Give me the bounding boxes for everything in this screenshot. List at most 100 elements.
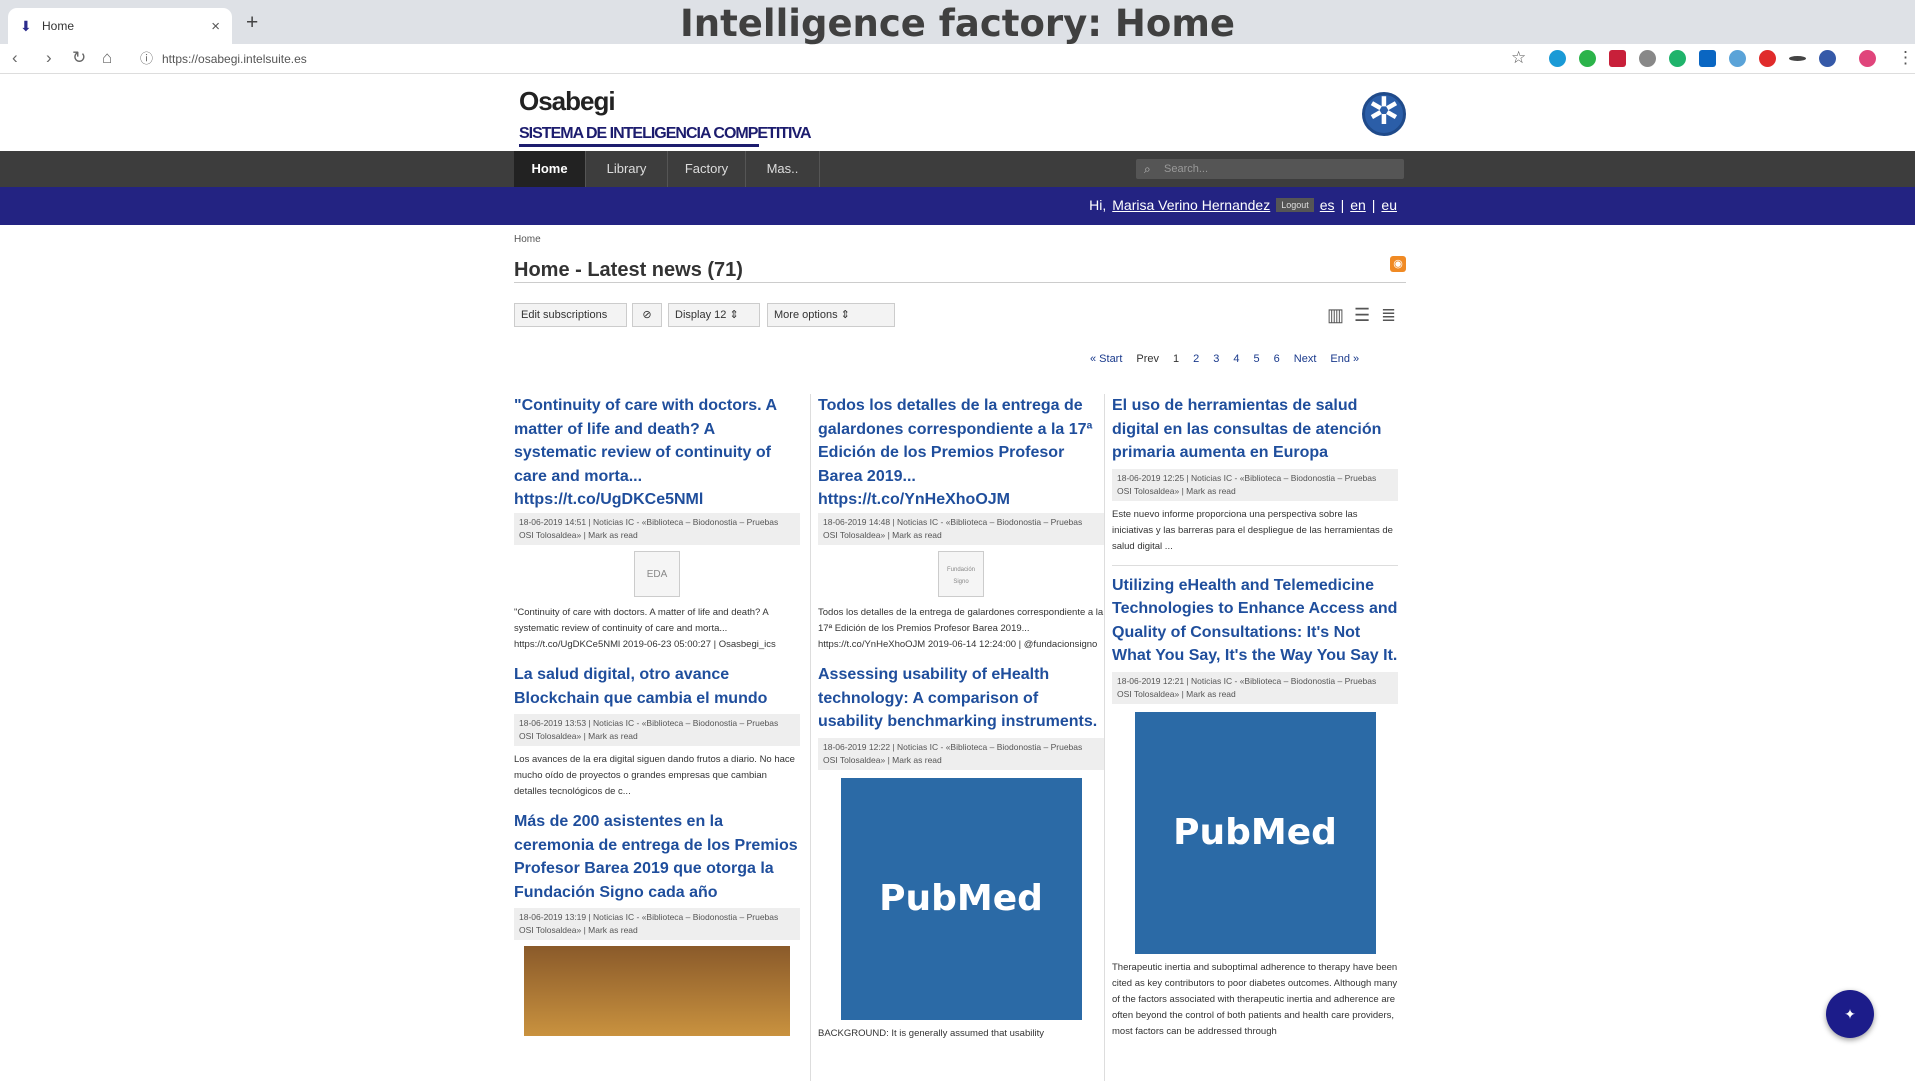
column-divider	[810, 394, 811, 1081]
compact-view-icon[interactable]: ≣	[1381, 305, 1403, 325]
news-meta: 18-06-2019 14:51 | Noticias IC - «Biblio…	[514, 513, 800, 545]
news-title[interactable]: Utilizing eHealth and Telemedicine Techn…	[1112, 574, 1398, 668]
breadcrumb[interactable]: Home	[514, 234, 541, 245]
extension-icon[interactable]	[1789, 56, 1806, 61]
news-meta: 18-06-2019 13:53 | Noticias IC - «Biblio…	[514, 714, 800, 746]
profile-avatar[interactable]	[1859, 50, 1876, 67]
news-title[interactable]: "Continuity of care with doctors. A matt…	[514, 394, 800, 488]
search-placeholder: Search...	[1164, 163, 1209, 175]
news-title[interactable]: La salud digital, otro avance Blockchain…	[514, 663, 800, 710]
page-prev[interactable]: Prev	[1136, 353, 1159, 365]
news-link[interactable]: https://t.co/YnHeXhoOJM	[818, 491, 1104, 509]
scroll-top-button[interactable]: ✦	[1826, 990, 1874, 1038]
greeting: Hi,	[1089, 197, 1107, 213]
page-4[interactable]: 4	[1233, 353, 1239, 365]
new-tab-icon[interactable]: +	[246, 11, 258, 35]
news-title[interactable]: Assessing usability of eHealth technolog…	[818, 663, 1104, 734]
site-favicon-icon: ⬇	[20, 18, 32, 34]
hide-read-icon[interactable]: ⊘	[632, 303, 662, 327]
news-link[interactable]: https://t.co/UgDKCe5NMl	[514, 491, 800, 509]
extension-icon[interactable]	[1639, 50, 1656, 67]
forward-icon[interactable]: ›	[46, 48, 52, 68]
title-divider	[514, 282, 1406, 283]
page-5[interactable]: 5	[1254, 353, 1260, 365]
url-text: https://osabegi.intelsuite.es	[162, 52, 307, 66]
news-title[interactable]: Todos los detalles de la entrega de gala…	[818, 394, 1104, 488]
bookmark-star-icon[interactable]: ☆	[1511, 48, 1526, 68]
emblem-icon	[1362, 89, 1406, 136]
news-title[interactable]: El uso de herramientas de salud digital …	[1112, 394, 1398, 465]
news-column-3: El uso de herramientas de salud digital …	[1112, 394, 1398, 1050]
news-title[interactable]: Más de 200 asistentes en la ceremonia de…	[514, 810, 800, 904]
news-meta: 18-06-2019 12:25 | Noticias IC - «Biblio…	[1112, 468, 1398, 501]
page-2[interactable]: 2	[1193, 353, 1199, 365]
close-tab-icon[interactable]: ×	[211, 18, 220, 35]
news-snippet: BACKGROUND: It is generally assumed that…	[818, 1027, 1044, 1039]
logo-underline	[519, 144, 759, 147]
news-meta: 18-06-2019 12:22 | Noticias IC - «Biblio…	[818, 737, 1104, 770]
back-icon[interactable]: ‹	[12, 48, 18, 68]
address-bar: ‹ › ↻ ⌂ ⓘ https://osabegi.intelsuite.es …	[0, 44, 1915, 74]
list-view-icon[interactable]: ☰	[1354, 305, 1376, 325]
extension-icon[interactable]	[1579, 50, 1596, 67]
pubmed-image[interactable]: PubMed	[1134, 711, 1376, 954]
news-thumbnail[interactable]: EDA	[634, 551, 680, 597]
edit-subscriptions-button[interactable]: Edit subscriptions	[514, 303, 627, 327]
news-item: Assessing usability of eHealth technolog…	[818, 663, 1104, 1042]
main-nav: Home Library Factory Mas.. ⌕ Search...	[0, 151, 1915, 187]
nav-factory[interactable]: Factory	[668, 151, 746, 187]
page-end[interactable]: End »	[1330, 353, 1359, 365]
news-snippet: Este nuevo informe proporciona una persp…	[1112, 508, 1393, 552]
logout-button[interactable]: Logout	[1276, 198, 1314, 212]
lang-es[interactable]: es	[1320, 197, 1335, 213]
display-select[interactable]: Display 12 ⇕	[668, 303, 760, 327]
pubmed-image[interactable]: PubMed	[840, 777, 1082, 1020]
user-link[interactable]: Marisa Verino Hernandez	[1112, 197, 1270, 213]
rss-icon[interactable]: ◉	[1390, 256, 1406, 272]
news-item: Utilizing eHealth and Telemedicine Techn…	[1112, 564, 1398, 1040]
news-meta: 18-06-2019 13:19 | Noticias IC - «Biblio…	[514, 908, 800, 940]
lang-eu[interactable]: eu	[1381, 197, 1397, 213]
news-thumbnail[interactable]: Fundación Signo	[938, 551, 984, 597]
reload-icon[interactable]: ↻	[72, 48, 86, 68]
page-start[interactable]: « Start	[1090, 353, 1122, 365]
extension-icon[interactable]	[1729, 50, 1746, 67]
opera-icon[interactable]	[1759, 50, 1776, 67]
search-input[interactable]: ⌕ Search...	[1136, 159, 1404, 179]
news-item: La salud digital, otro avance Blockchain…	[514, 663, 800, 800]
extension-icon[interactable]	[1819, 50, 1836, 67]
url-field[interactable]: ⓘ https://osabegi.intelsuite.es	[132, 48, 1512, 70]
site-info-icon[interactable]: ⓘ	[140, 48, 153, 70]
search-icon: ⌕	[1144, 162, 1151, 176]
lang-en[interactable]: en	[1350, 197, 1366, 213]
page-next[interactable]: Next	[1294, 353, 1317, 365]
site-logo[interactable]: Osabegi SISTEMA DE INTELIGENCIA COMPETIT…	[519, 86, 812, 147]
extension-icon[interactable]	[1609, 50, 1626, 67]
column-divider	[1104, 394, 1105, 1081]
news-photo[interactable]	[524, 946, 790, 1036]
more-options-select[interactable]: More options ⇕	[767, 303, 895, 327]
page-title: Home - Latest news (71)	[514, 259, 743, 281]
browser-tab[interactable]: ⬇ Home ×	[8, 8, 232, 44]
news-meta: 18-06-2019 12:21 | Noticias IC - «Biblio…	[1112, 671, 1398, 704]
news-column-2: Todos los detalles de la entrega de gala…	[818, 394, 1104, 1052]
logo-name: Osabegi	[519, 86, 616, 116]
news-item: Más de 200 asistentes en la ceremonia de…	[514, 810, 800, 1036]
page-6[interactable]: 6	[1274, 353, 1280, 365]
news-snippet: "Continuity of care with doctors. A matt…	[514, 607, 776, 650]
extension-icon[interactable]	[1669, 50, 1686, 67]
news-item: El uso de herramientas de salud digital …	[1112, 394, 1398, 555]
display-label: Display	[675, 309, 712, 321]
page-3[interactable]: 3	[1213, 353, 1219, 365]
nav-library[interactable]: Library	[586, 151, 668, 187]
more-options-label: More options	[774, 309, 838, 321]
tab-title: Home	[42, 19, 75, 33]
home-icon[interactable]: ⌂	[102, 48, 112, 68]
news-snippet: Therapeutic inertia and suboptimal adher…	[1112, 961, 1398, 1037]
nav-more[interactable]: Mas..	[746, 151, 820, 187]
columns-view-icon[interactable]: ▥	[1327, 305, 1349, 325]
nav-home[interactable]: Home	[514, 151, 586, 187]
extension-icon[interactable]	[1549, 50, 1566, 67]
linkedin-icon[interactable]	[1699, 50, 1716, 67]
browser-menu-icon[interactable]: ⋮	[1897, 48, 1914, 68]
